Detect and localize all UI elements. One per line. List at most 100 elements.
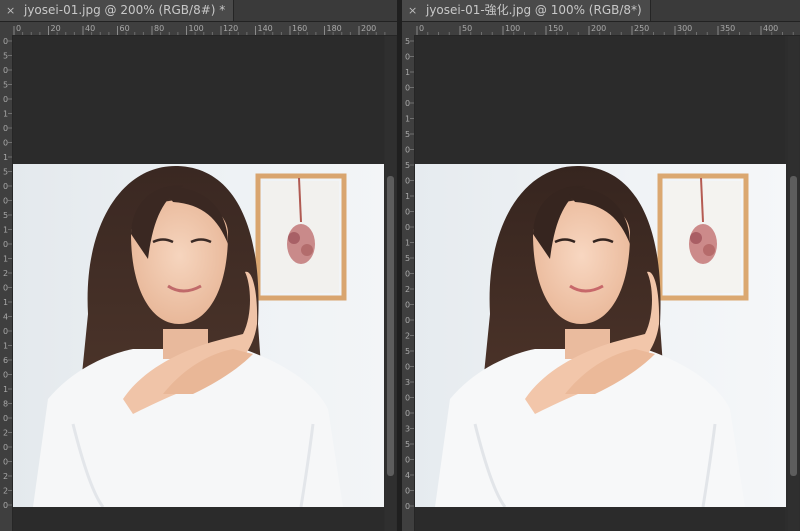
ruler-tick-label: 80 (154, 24, 164, 33)
ruler-tick-label: 2 (405, 285, 410, 294)
ruler-tick-label: 0 (3, 182, 8, 191)
vertical-ruler-graphic: 5 0 1 0 0 1 5 0 5 0 1 0 0 1 5 0 2 0 0 2 5 0 3 0 0 3 5 0 4 0 0 (405, 37, 414, 511)
ruler-tick-label: 0 (3, 95, 8, 104)
tab-bar: × jyosei-01.jpg @ 200% (RGB/8#) * (0, 0, 397, 22)
ruler-tick-label: 0 (405, 363, 410, 372)
ruler-tick-label: 0 (405, 270, 410, 279)
ruler-tick-label: 160 (292, 24, 307, 33)
ruler-tick-label: 100 (505, 24, 520, 33)
ruler-tick-label: 5 (405, 440, 410, 449)
close-icon[interactable]: × (6, 0, 20, 21)
ruler-tick-label: 0 (3, 240, 8, 249)
vertical-ruler[interactable]: 050501001500510120140160180200220 (0, 35, 13, 531)
ruler-tick-label: 0 (3, 501, 8, 510)
photo-woman-smiling[interactable] (13, 164, 384, 507)
scrollbar-thumb[interactable] (387, 176, 394, 476)
ruler-tick-label: 2 (3, 472, 8, 481)
ruler-tick-label: 5 (405, 347, 410, 356)
ruler-tick-label: 5 (405, 254, 410, 263)
ruler-tick-label: 0 (3, 139, 8, 148)
ruler-tick-label: 0 (3, 443, 8, 452)
ruler-tick-label: 3 (405, 378, 410, 387)
ruler-tick-label: 0 (16, 24, 21, 33)
vertical-scrollbar[interactable] (788, 36, 799, 531)
tab-jyosei-01[interactable]: × jyosei-01.jpg @ 200% (RGB/8#) * (0, 0, 235, 21)
ruler-tick-label: 6 (3, 356, 8, 365)
document-canvas[interactable] (415, 36, 786, 531)
ruler-tick-label: 400 (763, 24, 778, 33)
scrollbar-thumb[interactable] (790, 176, 797, 476)
tab-title: jyosei-01.jpg @ 200% (RGB/8#) * (24, 3, 226, 17)
ruler-tick-label: 8 (3, 400, 8, 409)
horizontal-ruler[interactable]: 0 50 100 150 200 250 300 350 400 (414, 22, 800, 36)
ruler-tick-label: 120 (223, 24, 238, 33)
vertical-scrollbar[interactable] (385, 36, 396, 531)
ruler-tick-label: 0 (405, 146, 410, 155)
ruler-tick-label: 5 (405, 37, 410, 46)
ruler-tick-label: 0 (405, 456, 410, 465)
ruler-tick-label: 200 (361, 24, 376, 33)
ruler-tick-label: 150 (548, 24, 563, 33)
ruler-tick-label: 1 (405, 239, 410, 248)
ruler-tick-label: 2 (3, 487, 8, 496)
ruler-tick-label: 300 (677, 24, 692, 33)
ruler-tick-label: 0 (405, 84, 410, 93)
document-panel-left: × jyosei-01.jpg @ 200% (RGB/8#) * 0 20 40 60… (0, 0, 397, 531)
close-icon[interactable]: × (408, 0, 422, 21)
ruler-tick-label: 0 (405, 394, 410, 403)
document-canvas[interactable] (13, 36, 384, 531)
ruler-tick-label: 0 (3, 284, 8, 293)
ruler-tick-label: 350 (720, 24, 735, 33)
ruler-tick-label: 0 (3, 197, 8, 206)
ruler-tick-label: 4 (3, 313, 8, 322)
ruler-tick-label: 1 (3, 342, 8, 351)
ruler-tick-label: 2 (3, 269, 8, 278)
ruler-tick-label: 1 (3, 298, 8, 307)
ruler-tick-label: 40 (85, 24, 95, 33)
ruler-tick-label: 0 (405, 409, 410, 418)
ruler-tick-label: 200 (591, 24, 606, 33)
ruler-tick-label: 0 (405, 208, 410, 217)
ruler-tick-label: 5 (405, 161, 410, 170)
ruler-tick-label: 140 (258, 24, 273, 33)
ruler-tick-label: 0 (405, 177, 410, 186)
photo-woman-smiling-enhanced[interactable] (415, 164, 786, 507)
ruler-tick-label: 0 (405, 53, 410, 62)
ruler-tick-label: 0 (3, 66, 8, 75)
ruler-tick-label: 3 (405, 425, 410, 434)
ruler-tick-label: 180 (327, 24, 342, 33)
document-panel-right: × jyosei-01-強化.jpg @ 100% (RGB/8*) 0 50 100… (402, 0, 800, 531)
ruler-tick-label: 0 (3, 327, 8, 336)
tab-title: jyosei-01-強化.jpg @ 100% (RGB/8*) (426, 3, 642, 17)
ruler-tick-label: 60 (120, 24, 130, 33)
ruler-tick-label: 1 (3, 385, 8, 394)
ruler-tick-label: 0 (405, 502, 410, 511)
ruler-tick-label: 4 (405, 471, 410, 480)
ruler-tick-label: 5 (3, 168, 8, 177)
vertical-ruler-graphic: 050501001500510120140160180200220 (3, 37, 12, 510)
tab-jyosei-01-enhanced[interactable]: × jyosei-01-強化.jpg @ 100% (RGB/8*) (402, 0, 651, 21)
ruler-tick-label: 5 (3, 81, 8, 90)
ruler-tick-label: 0 (405, 99, 410, 108)
ruler-tick-label: 5 (3, 211, 8, 220)
ruler-tick-label: 1 (405, 115, 410, 124)
ruler-tick-label: 1 (3, 255, 8, 264)
ruler-tick-label: 0 (3, 414, 8, 423)
ruler-tick-label: 0 (405, 316, 410, 325)
horizontal-ruler-graphic: 0 20 40 60 80 100 120 140 160 180 200 (13, 24, 386, 35)
ruler-tick-label: 2 (405, 332, 410, 341)
portrait-image-enhanced (415, 164, 786, 507)
ruler-tick-label: 0 (3, 124, 8, 133)
portrait-image (13, 164, 384, 507)
horizontal-ruler[interactable]: 0 20 40 60 80 100 120 140 160 180 200 (12, 22, 397, 36)
ruler-tick-label: 0 (405, 223, 410, 232)
ruler-tick-label: 0 (419, 24, 424, 33)
ruler-tick-label: 250 (634, 24, 649, 33)
ruler-tick-label: 20 (51, 24, 61, 33)
vertical-ruler[interactable]: 5 0 1 0 0 1 5 0 5 0 1 0 0 1 5 0 2 0 0 2 5 0 3 0 0 3 5 0 4 0 0 (402, 35, 415, 531)
ruler-tick-label: 0 (3, 371, 8, 380)
ruler-tick-label: 1 (3, 110, 8, 119)
ruler-tick-label: 0 (405, 487, 410, 496)
ruler-tick-label: 50 (462, 24, 472, 33)
ruler-tick-label: 1 (405, 192, 410, 201)
